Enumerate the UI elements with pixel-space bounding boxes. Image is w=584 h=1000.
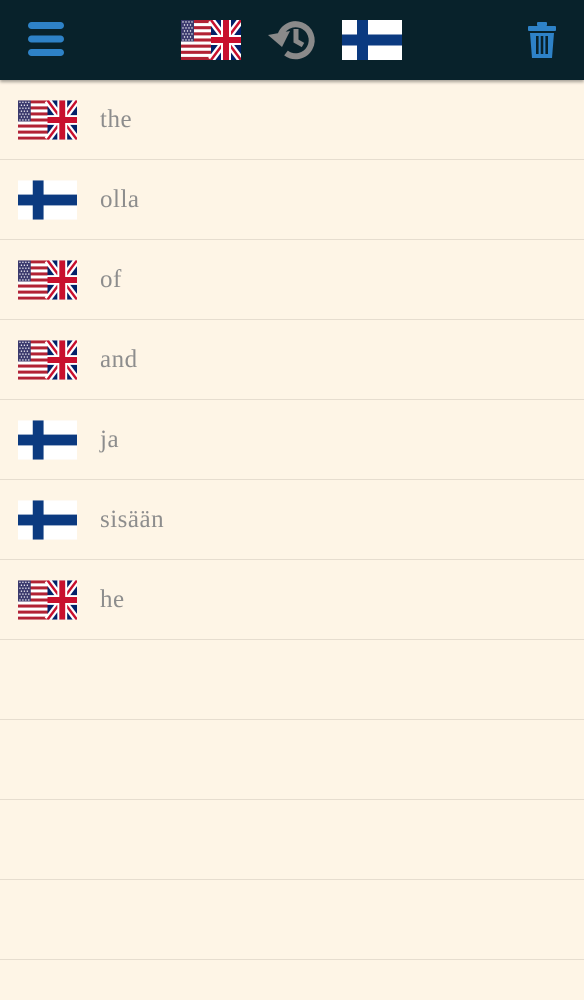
- trash-icon[interactable]: [520, 16, 564, 64]
- history-list: the olla of and ja sisään he: [0, 80, 584, 960]
- word-label: olla: [100, 186, 140, 213]
- finland-flag-icon: [18, 420, 77, 460]
- empty-row: [0, 880, 584, 960]
- list-item[interactable]: ja: [0, 400, 584, 480]
- list-item[interactable]: sisään: [0, 480, 584, 560]
- hamburger-menu-icon[interactable]: [22, 18, 70, 60]
- us-uk-flag-icon: [18, 340, 77, 380]
- source-language-button[interactable]: [180, 18, 242, 62]
- list-item[interactable]: olla: [0, 160, 584, 240]
- history-icon[interactable]: [262, 14, 322, 66]
- us-uk-flag-icon: [18, 100, 77, 140]
- empty-row: [0, 720, 584, 800]
- target-language-button[interactable]: [340, 18, 404, 62]
- list-item[interactable]: and: [0, 320, 584, 400]
- finland-flag-icon: [18, 500, 77, 540]
- list-item[interactable]: he: [0, 560, 584, 640]
- list-item[interactable]: of: [0, 240, 584, 320]
- empty-row: [0, 640, 584, 720]
- word-label: of: [100, 266, 122, 293]
- us-uk-flag-icon: [181, 20, 241, 60]
- word-label: and: [100, 346, 138, 373]
- word-label: the: [100, 106, 133, 133]
- word-label: he: [100, 586, 125, 613]
- word-label: sisään: [100, 506, 165, 533]
- top-toolbar: [0, 0, 584, 80]
- word-label: ja: [100, 426, 120, 453]
- us-uk-flag-icon: [18, 260, 77, 300]
- list-item[interactable]: the: [0, 80, 584, 160]
- empty-row: [0, 800, 584, 880]
- finland-flag-icon: [18, 180, 77, 220]
- finland-flag-icon: [342, 20, 402, 60]
- us-uk-flag-icon: [18, 580, 77, 620]
